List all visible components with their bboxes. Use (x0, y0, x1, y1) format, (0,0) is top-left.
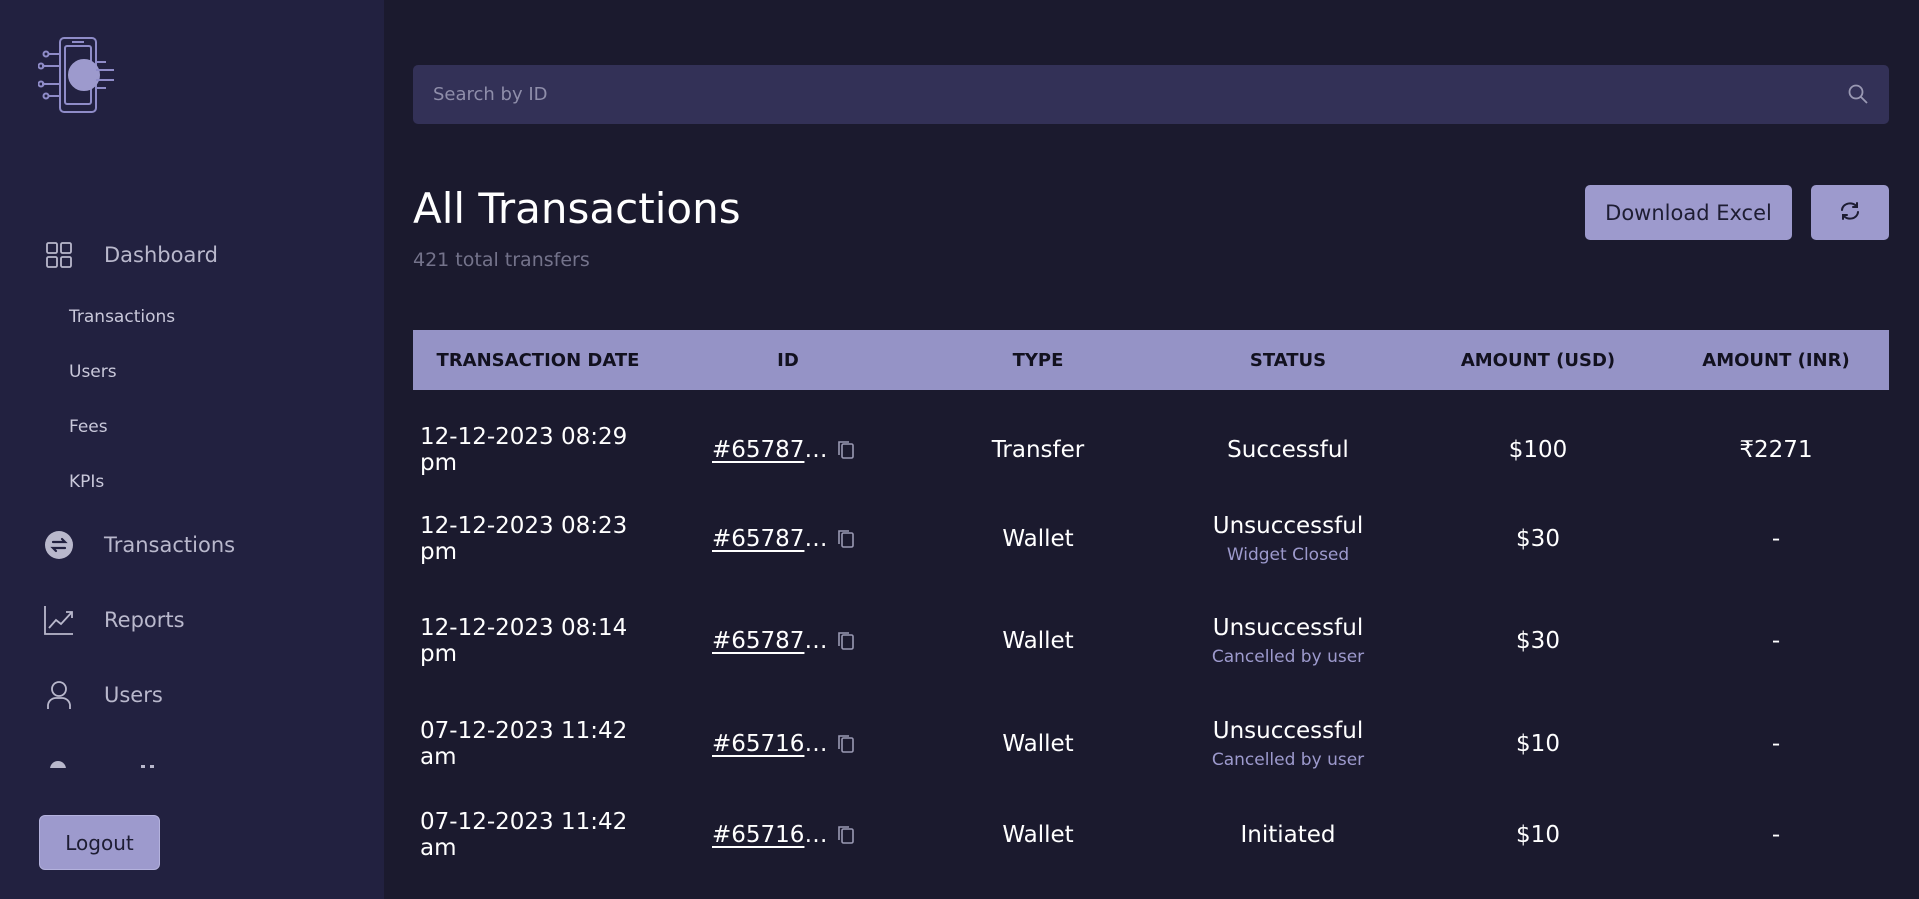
row-id-cell: #657874f… (663, 420, 913, 480)
row-date: 12-12-2023 08:23 pm (420, 513, 628, 565)
status-text: Unsuccessful (1212, 513, 1364, 539)
col-status[interactable]: STATUS (1163, 330, 1413, 390)
status-text: Successful (1227, 437, 1349, 463)
download-excel-button[interactable]: Download Excel (1585, 185, 1792, 240)
row-id-cell: #6571623… (663, 709, 913, 779)
transaction-id-link[interactable]: #657873… (712, 526, 834, 552)
row-id-cell: #6571623… (663, 805, 913, 865)
transaction-id-link[interactable]: #6571623… (712, 822, 834, 848)
table-row[interactable]: 12-12-2023 08:23 pm #657873… Wallet Unsu… (413, 504, 1889, 574)
nav-reports[interactable]: Reports (42, 600, 185, 640)
row-amount-inr: - (1771, 628, 1781, 654)
row-amount-inr: - (1771, 731, 1781, 757)
row-status: Successful (1163, 420, 1413, 480)
row-type: Wallet (1002, 628, 1074, 654)
sidebar: Dashboard Transactions Users Fees KPIs T… (0, 0, 384, 899)
search-icon[interactable] (1847, 83, 1869, 105)
row-status: Initiated (1163, 805, 1413, 865)
row-type: Transfer (991, 437, 1085, 463)
nav-reports-label: Reports (104, 608, 185, 632)
row-id-cell: #657873… (663, 504, 913, 574)
row-amount-usd: $10 (1516, 731, 1560, 757)
grid-icon (42, 238, 76, 272)
logout-button[interactable]: Logout (39, 815, 160, 870)
swap-circle-icon (42, 528, 76, 562)
total-count: 421 total transfers (413, 249, 590, 271)
row-amount-inr: - (1771, 526, 1781, 552)
row-date: 07-12-2023 11:42 am (420, 809, 628, 861)
table-header: TRANSACTION DATE ID TYPE STATUS AMOUNT (… (413, 330, 1889, 390)
nav-dashboard-label: Dashboard (104, 243, 218, 267)
row-amount-usd: $10 (1516, 822, 1560, 848)
table-row[interactable]: 07-12-2023 11:42 am #6571623… Wallet Ini… (413, 805, 1889, 865)
status-reason: Cancelled by user (1211, 750, 1365, 770)
row-status: Unsuccessful Cancelled by user (1163, 709, 1413, 779)
refresh-button[interactable] (1811, 185, 1889, 240)
row-date: 12-12-2023 08:29 pm (420, 424, 628, 476)
user-icon (42, 678, 76, 712)
copy-icon[interactable] (836, 630, 856, 652)
transaction-id-link[interactable]: #6578719… (712, 628, 834, 654)
row-type: Wallet (1002, 731, 1074, 757)
row-amount-usd: $30 (1516, 526, 1560, 552)
col-transaction-date[interactable]: TRANSACTION DATE (413, 330, 663, 390)
status-text: Unsuccessful (1212, 718, 1364, 744)
nav-transactions[interactable]: Transactions (42, 525, 235, 565)
row-type: Wallet (1002, 822, 1074, 848)
row-amount-usd: $100 (1508, 437, 1568, 463)
col-amount-inr[interactable]: AMOUNT (INR) (1663, 330, 1889, 390)
row-status: Unsuccessful Widget Closed (1163, 504, 1413, 574)
row-id-cell: #6578719… (663, 606, 913, 676)
status-reason: Cancelled by user (1211, 647, 1365, 667)
col-amount-usd[interactable]: AMOUNT (USD) (1413, 330, 1663, 390)
logo (37, 34, 120, 116)
table-row[interactable]: 07-12-2023 11:42 am #6571623… Wallet Uns… (413, 709, 1889, 779)
status-text: Unsuccessful (1212, 615, 1364, 641)
table-row[interactable]: 12-12-2023 08:29 pm #657874f… Transfer S… (413, 420, 1889, 480)
row-amount-inr: ₹2271 (1739, 437, 1813, 463)
nav-users[interactable]: Users (42, 675, 163, 715)
copy-icon[interactable] (836, 439, 856, 461)
table-row[interactable]: 12-12-2023 08:14 pm #6578719… Wallet Uns… (413, 606, 1889, 676)
chart-line-icon (42, 603, 76, 637)
subnav-transactions[interactable]: Transactions (69, 307, 175, 327)
copy-icon[interactable] (836, 733, 856, 755)
search-input[interactable] (413, 65, 1889, 124)
search-bar (413, 65, 1889, 124)
nav-item-partial (40, 754, 340, 768)
nav-dashboard[interactable]: Dashboard (42, 235, 218, 275)
status-text: Initiated (1240, 822, 1336, 848)
col-id[interactable]: ID (663, 330, 913, 390)
row-amount-usd: $30 (1516, 628, 1560, 654)
nav-users-label: Users (104, 683, 163, 707)
transaction-id-link[interactable]: #657874f… (712, 437, 834, 463)
subnav-fees[interactable]: Fees (69, 417, 108, 437)
copy-icon[interactable] (836, 824, 856, 846)
row-date: 07-12-2023 11:42 am (420, 718, 628, 770)
page-title: All Transactions (413, 184, 741, 233)
col-type[interactable]: TYPE (913, 330, 1163, 390)
subnav-users[interactable]: Users (69, 362, 117, 382)
row-date: 12-12-2023 08:14 pm (420, 615, 628, 667)
row-status: Unsuccessful Cancelled by user (1163, 606, 1413, 676)
refresh-icon (1839, 201, 1861, 224)
copy-icon[interactable] (836, 528, 856, 550)
transaction-id-link[interactable]: #6571623… (712, 731, 834, 757)
status-reason: Widget Closed (1226, 545, 1350, 565)
row-type: Wallet (1002, 526, 1074, 552)
subnav-kpis[interactable]: KPIs (69, 472, 104, 492)
nav-transactions-label: Transactions (104, 533, 236, 557)
row-amount-inr: - (1771, 822, 1781, 848)
